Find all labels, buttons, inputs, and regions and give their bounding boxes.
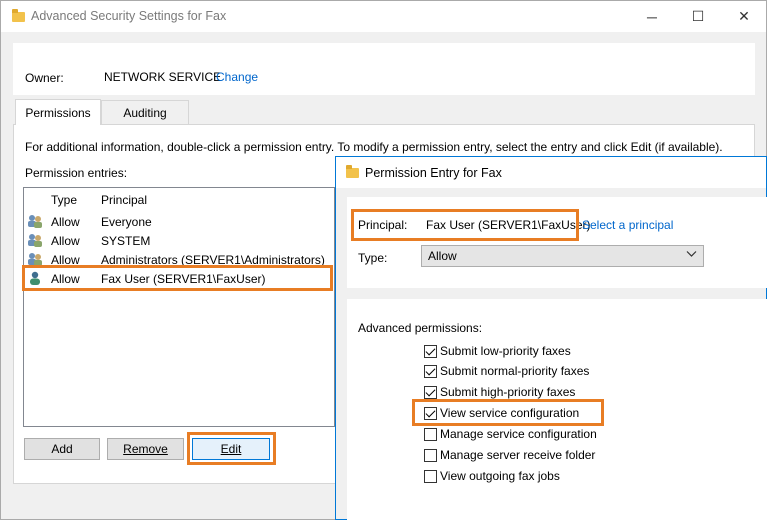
edit-button[interactable]: Edit [192,438,270,460]
owner-panel [13,43,755,95]
checkbox[interactable] [424,469,437,483]
entry-principal: Fax User (SERVER1\FaxUser) [101,272,266,286]
single-user-icon [27,271,43,285]
entry-principal: Everyone [101,215,152,229]
entry-type: Allow [51,215,80,229]
type-select-value: Allow [428,249,457,263]
group-users-icon [27,214,43,228]
folder-icon [346,165,359,178]
checkbox[interactable] [424,364,437,378]
folder-icon [12,9,25,22]
add-button-label: Add [51,442,73,456]
permission-label: Submit high-priority faxes [440,385,576,399]
permission-checkbox-row[interactable]: Submit low-priority faxes [424,343,571,359]
permission-entries-label: Permission entries: [25,166,128,180]
permission-checkbox-row[interactable]: Manage server receive folder [424,447,595,463]
group-users-icon [27,252,43,266]
permission-label: Submit low-priority faxes [440,344,571,358]
permission-checkbox-row[interactable]: Submit high-priority faxes [424,384,575,400]
close-button[interactable]: ✕ [721,1,767,32]
type-select[interactable]: Allow [421,245,704,267]
dialog-title: Permission Entry for Fax [365,166,502,180]
add-button[interactable]: Add [24,438,100,460]
permission-label: Submit normal-priority faxes [440,364,590,378]
dialog-titlebar[interactable]: Permission Entry for Fax [336,157,766,188]
entry-type: Allow [51,272,80,286]
select-principal-link[interactable]: Select a principal [582,218,673,232]
owner-value: NETWORK SERVICE [104,70,222,84]
window-titlebar[interactable]: Advanced Security Settings for Fax ─ ☐ ✕ [1,1,766,32]
permission-checkbox-row[interactable]: Submit normal-priority faxes [424,363,589,379]
remove-button[interactable]: Remove [107,438,184,460]
tab-permissions-label: Permissions [25,105,91,120]
permission-checkbox-row[interactable]: View service configuration [424,405,579,421]
maximize-button[interactable]: ☐ [675,1,721,32]
advanced-permissions-label: Advanced permissions: [358,321,483,335]
principal-label: Principal: [358,218,408,232]
permission-label: Manage server receive folder [440,448,596,462]
info-text: For additional information, double-click… [25,140,723,154]
remove-button-label: Remove [123,442,168,456]
checkbox[interactable] [424,385,437,399]
entry-type: Allow [51,234,80,248]
edit-button-label: Edit [220,442,242,456]
permission-label: View service configuration [440,406,580,420]
permission-label: View outgoing fax jobs [440,469,560,483]
entry-principal: SYSTEM [101,234,151,248]
group-users-icon [27,233,43,247]
checkbox[interactable] [424,448,437,462]
minimize-button[interactable]: ─ [629,1,675,32]
permission-label: Manage service configuration [440,427,597,441]
entry-type: Allow [51,253,80,267]
type-label: Type: [358,251,388,265]
window-title: Advanced Security Settings for Fax [31,9,227,23]
checkbox[interactable] [424,344,437,358]
checkbox[interactable] [424,406,437,420]
permission-checkbox-row[interactable]: View outgoing fax jobs [424,468,560,484]
principal-value: Fax User (SERVER1\FaxUser) [426,218,591,232]
entry-principal: Administrators (SERVER1\Administrators) [101,253,325,267]
permission-checkbox-row[interactable]: Manage service configuration [424,426,597,442]
principal-panel [347,197,767,288]
column-header-principal[interactable]: Principal [101,193,147,207]
owner-label: Owner: [25,71,64,85]
tab-permissions[interactable]: Permissions [15,99,101,125]
checkbox[interactable] [424,427,437,441]
chevron-down-icon [686,249,697,261]
tab-auditing[interactable]: Auditing [101,100,189,124]
change-owner-link[interactable]: Change [216,70,258,84]
tab-auditing-label: Auditing [123,105,167,120]
permission-entry-dialog: Permission Entry for Fax Principal: Fax … [335,156,767,520]
column-header-type[interactable]: Type [51,193,77,207]
